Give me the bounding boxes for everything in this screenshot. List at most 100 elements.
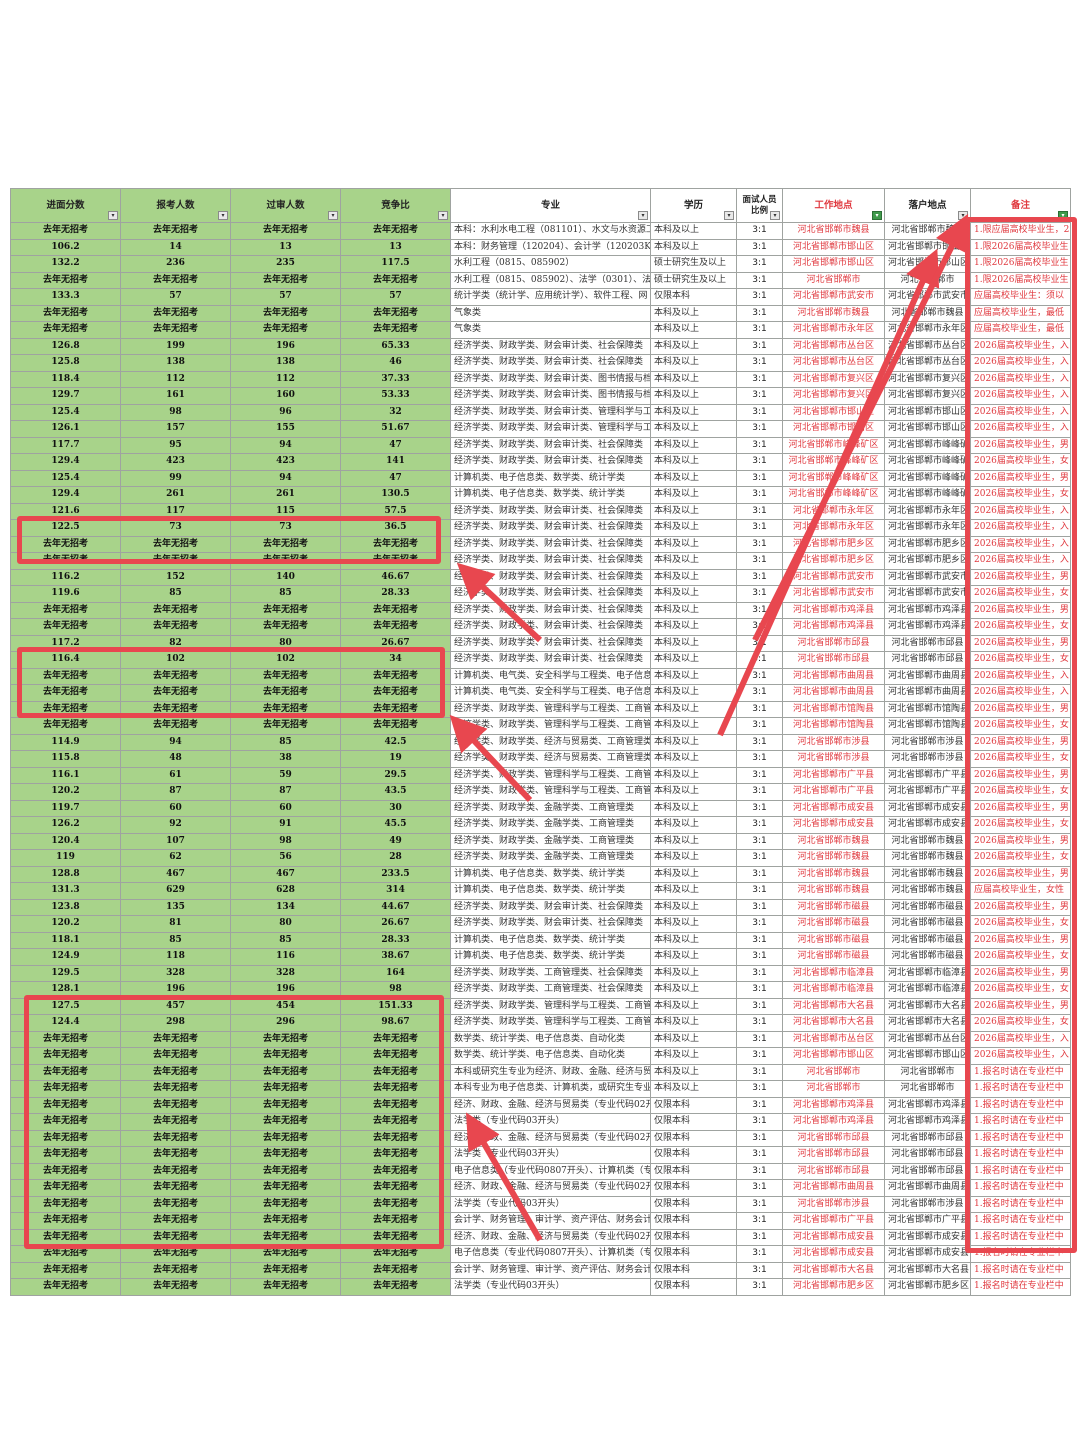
hukou-location-cell[interactable]: 河北省邯郸市肥乡区 xyxy=(884,552,971,570)
score-cell[interactable]: 133.3 xyxy=(10,288,121,306)
score-cell[interactable]: 125.4 xyxy=(10,469,121,487)
interview-ratio-cell[interactable]: 3:1 xyxy=(736,1096,783,1114)
interview-ratio-cell[interactable]: 3:1 xyxy=(736,1113,783,1131)
ratio-cell[interactable]: 28.33 xyxy=(340,585,451,603)
approved-cell[interactable]: 235 xyxy=(230,255,341,273)
major-cell[interactable]: 经济学类、财政学类、财会审计类、社会保障类 xyxy=(450,337,651,355)
interview-ratio-cell[interactable]: 3:1 xyxy=(736,667,783,685)
interview-ratio-cell[interactable]: 3:1 xyxy=(736,700,783,718)
applicants-cell[interactable]: 161 xyxy=(120,387,231,405)
applicants-cell[interactable]: 去年无招考 xyxy=(120,601,231,619)
score-cell[interactable]: 去年无招考 xyxy=(10,717,121,735)
filter-dropdown-icon[interactable]: ▾ xyxy=(724,211,734,220)
approved-cell[interactable]: 13 xyxy=(230,238,341,256)
hukou-location-cell[interactable]: 河北省邯郸市 xyxy=(884,271,971,289)
interview-ratio-cell[interactable]: 3:1 xyxy=(736,222,783,240)
education-cell[interactable]: 本科及以上 xyxy=(650,799,737,817)
score-cell[interactable]: 119.7 xyxy=(10,799,121,817)
ratio-cell[interactable]: 164 xyxy=(340,964,451,982)
score-cell[interactable]: 去年无招考 xyxy=(10,222,121,240)
work-location-cell[interactable]: 河北省邯郸市磁县 xyxy=(782,898,885,916)
interview-ratio-cell[interactable]: 3:1 xyxy=(736,816,783,834)
interview-ratio-cell[interactable]: 3:1 xyxy=(736,865,783,883)
applicants-cell[interactable]: 135 xyxy=(120,898,231,916)
hukou-location-cell[interactable]: 河北省邯郸市永年区 xyxy=(884,321,971,339)
work-location-cell[interactable]: 河北省邯郸市邱县 xyxy=(782,1162,885,1180)
ratio-cell[interactable]: 42.5 xyxy=(340,733,451,751)
interview-ratio-cell[interactable]: 3:1 xyxy=(736,964,783,982)
education-cell[interactable]: 仅限本科 xyxy=(650,1096,737,1114)
work-location-cell[interactable]: 河北省邯郸市鸡泽县 xyxy=(782,1096,885,1114)
interview-ratio-cell[interactable]: 3:1 xyxy=(736,1047,783,1065)
interview-ratio-cell[interactable]: 3:1 xyxy=(736,898,783,916)
interview-ratio-cell[interactable]: 3:1 xyxy=(736,370,783,388)
hukou-location-cell[interactable]: 河北省邯郸市鸡泽县 xyxy=(884,1096,971,1114)
approved-cell[interactable]: 59 xyxy=(230,766,341,784)
interview-ratio-cell[interactable]: 3:1 xyxy=(736,1195,783,1213)
education-cell[interactable]: 本科及以上 xyxy=(650,618,737,636)
education-cell[interactable]: 仅限本科 xyxy=(650,1261,737,1279)
major-cell[interactable]: 经济、财政、金融、经济与贸易类（专业代码02开 xyxy=(450,1096,651,1114)
score-cell[interactable]: 120.2 xyxy=(10,783,121,801)
score-cell[interactable]: 116.1 xyxy=(10,766,121,784)
interview-ratio-cell[interactable]: 3:1 xyxy=(736,997,783,1015)
ratio-cell[interactable]: 28.33 xyxy=(340,931,451,949)
hukou-location-cell[interactable]: 河北省邯郸市涉县 xyxy=(884,733,971,751)
score-cell[interactable]: 129.5 xyxy=(10,964,121,982)
score-cell[interactable]: 125.8 xyxy=(10,354,121,372)
score-cell[interactable]: 120.4 xyxy=(10,832,121,850)
interview-ratio-cell[interactable]: 3:1 xyxy=(736,1129,783,1147)
interview-ratio-cell[interactable]: 3:1 xyxy=(736,238,783,256)
major-cell[interactable]: 水利工程（0815、085902）、法学（0301）、法律 xyxy=(450,271,651,289)
hukou-location-cell[interactable]: 河北省邯郸市肥乡区 xyxy=(884,535,971,553)
hukou-location-cell[interactable]: 河北省邯郸市邯山区 xyxy=(884,1047,971,1065)
hukou-location-cell[interactable]: 河北省邯郸市邱县 xyxy=(884,651,971,669)
education-cell[interactable]: 本科及以上 xyxy=(650,403,737,421)
interview-ratio-cell[interactable]: 3:1 xyxy=(736,931,783,949)
hukou-location-cell[interactable]: 河北省邯郸市临漳县 xyxy=(884,964,971,982)
work-location-cell[interactable]: 河北省邯郸市鸡泽县 xyxy=(782,1113,885,1131)
major-cell[interactable]: 电子信息类（专业代码0807开头）、计算机类（专 xyxy=(450,1245,651,1263)
interview-ratio-cell[interactable]: 3:1 xyxy=(736,832,783,850)
major-cell[interactable]: 经济学类、财政学类、财会审计类、社会保障类 xyxy=(450,436,651,454)
education-cell[interactable]: 本科及以上 xyxy=(650,816,737,834)
interview-ratio-cell[interactable]: 3:1 xyxy=(736,337,783,355)
applicants-cell[interactable]: 去年无招考 xyxy=(120,304,231,322)
applicants-cell[interactable]: 92 xyxy=(120,816,231,834)
education-cell[interactable]: 本科及以上 xyxy=(650,733,737,751)
hukou-location-cell[interactable]: 河北省邯郸市成安县 xyxy=(884,1228,971,1246)
hukou-location-cell[interactable]: 河北省邯郸市邱县 xyxy=(884,1146,971,1164)
approved-cell[interactable]: 85 xyxy=(230,733,341,751)
approved-cell[interactable]: 261 xyxy=(230,486,341,504)
major-cell[interactable]: 经济、财政、金融、经济与贸易类（专业代码02开 xyxy=(450,1129,651,1147)
applicants-cell[interactable]: 61 xyxy=(120,766,231,784)
education-cell[interactable]: 仅限本科 xyxy=(650,1162,737,1180)
hukou-location-cell[interactable]: 河北省邯郸市邯山区 xyxy=(884,420,971,438)
score-cell[interactable]: 131.3 xyxy=(10,882,121,900)
hukou-location-cell[interactable]: 河北省邯郸市成安县 xyxy=(884,799,971,817)
hukou-location-cell[interactable]: 河北省邯郸市成安县 xyxy=(884,1245,971,1263)
score-cell[interactable]: 106.2 xyxy=(10,238,121,256)
approved-cell[interactable]: 去年无招考 xyxy=(230,717,341,735)
interview-ratio-cell[interactable]: 3:1 xyxy=(736,1228,783,1246)
ratio-cell[interactable]: 去年无招考 xyxy=(340,618,451,636)
work-location-cell[interactable]: 河北省邯郸市磁县 xyxy=(782,948,885,966)
work-location-cell[interactable]: 河北省邯郸市肥乡区 xyxy=(782,552,885,570)
major-cell[interactable]: 本科或研究生专业为经济、财政、金融、经济与贸 xyxy=(450,1063,651,1081)
score-cell[interactable]: 去年无招考 xyxy=(10,1278,121,1296)
education-cell[interactable]: 仅限本科 xyxy=(650,1179,737,1197)
approved-cell[interactable]: 57 xyxy=(230,288,341,306)
interview-ratio-cell[interactable]: 3:1 xyxy=(736,453,783,471)
work-location-cell[interactable]: 河北省邯郸市曲周县 xyxy=(782,667,885,685)
major-cell[interactable]: 经济学类、财政学类、金融学类、工商管理类 xyxy=(450,832,651,850)
header-applicants[interactable]: 报考人数 ▾ xyxy=(120,188,231,223)
hukou-location-cell[interactable]: 河北省邯郸市曲周县 xyxy=(884,1179,971,1197)
ratio-cell[interactable]: 19 xyxy=(340,750,451,768)
major-cell[interactable]: 经济学类、财政学类、经济与贸易类、工商管理类 xyxy=(450,750,651,768)
major-cell[interactable]: 经济学类、财政学类、财会审计类、社会保障类 xyxy=(450,898,651,916)
work-location-cell[interactable]: 河北省邯郸市魏县 xyxy=(782,304,885,322)
hukou-location-cell[interactable]: 河北省邯郸市成安县 xyxy=(884,816,971,834)
hukou-location-cell[interactable]: 河北省邯郸市涉县 xyxy=(884,750,971,768)
header-hukou-location[interactable]: 落户地点 ▾ xyxy=(884,188,971,223)
education-cell[interactable]: 本科及以上 xyxy=(650,337,737,355)
